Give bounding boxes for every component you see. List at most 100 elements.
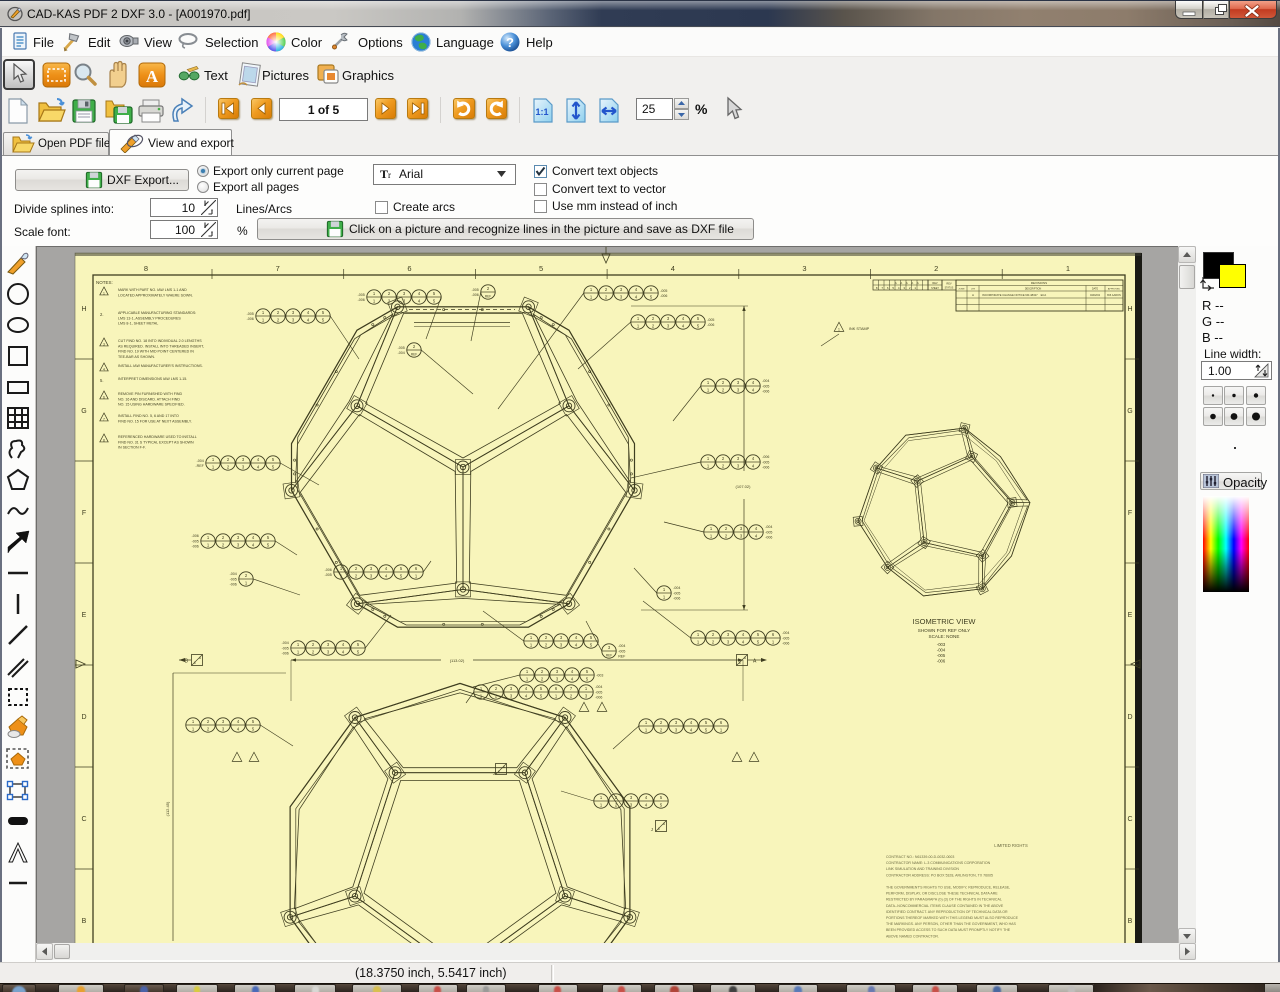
svg-text:ZONE: ZONE	[958, 289, 965, 291]
svg-text:REV: REV	[946, 282, 952, 286]
svg-text:(107.02): (107.02)	[736, 484, 752, 489]
svg-text:4: 4	[103, 367, 105, 371]
svg-text:SHOWN FOR REF ONLY: SHOWN FOR REF ONLY	[918, 628, 971, 633]
svg-text:DATE: DATE	[1092, 288, 1099, 291]
svg-text:BEEN PROVIDED ACCESS TO SU: BEEN PROVIDED ACCESS TO SUCH DATA MUST P…	[886, 928, 1011, 932]
svg-text:CONTRACTOR ADDRESS: PO BOX: CONTRACTOR ADDRESS: PO BOX 5328, ARLINGT…	[886, 873, 993, 877]
svg-text:-005: -005	[762, 460, 769, 464]
svg-text:B.B.AARON: B.B.AARON	[1107, 294, 1121, 297]
svg-text:6: 6	[658, 827, 660, 831]
svg-text:REMOVE PIN FURNISHED WITH FIND: REMOVE PIN FURNISHED WITH FIND	[118, 392, 182, 396]
svg-text:-005: -005	[595, 690, 602, 694]
svg-text:J: J	[493, 771, 495, 776]
svg-text:ABOVE NAMED CONTRACTOR.: ABOVE NAMED CONTRACTOR.	[886, 934, 939, 938]
svg-text:SCALE: NONE: SCALE: NONE	[929, 634, 960, 639]
svg-text:-005: -005	[230, 577, 237, 581]
svg-text:-006: -006	[192, 545, 199, 549]
svg-text:-005: -005	[707, 318, 714, 322]
svg-text:7: 7	[276, 264, 280, 273]
svg-text:-006: -006	[707, 323, 714, 327]
svg-text:6: 6	[739, 661, 741, 665]
svg-text:-005: -005	[660, 289, 667, 293]
svg-text:TEE-BAR AS SHOWN.: TEE-BAR AS SHOWN.	[118, 355, 155, 359]
svg-text:-004: -004	[282, 641, 289, 645]
svg-text:A: A	[906, 281, 908, 285]
svg-text:-006: -006	[358, 298, 365, 302]
svg-text:C: C	[81, 816, 86, 823]
svg-text:PORTIONS THEREOF MARKED WIT: PORTIONS THEREOF MARKED WITH THIS LEGEND…	[886, 916, 1019, 920]
svg-text:3: 3	[802, 264, 806, 273]
svg-text:6: 6	[103, 395, 105, 399]
svg-text:-006: -006	[247, 317, 254, 321]
svg-text:-005: -005	[937, 653, 946, 658]
svg-text:-005: -005	[472, 288, 479, 292]
svg-text:AS REQUIRED. INSTALL INTO THRE: AS REQUIRED. INSTALL INTO THREADED INSER…	[118, 344, 204, 348]
svg-text:1: 1	[1066, 264, 1070, 273]
svg-text:NO. 16 AND DISCARD. ATTACH FIN: NO. 16 AND DISCARD. ATTACH FIND	[118, 397, 180, 401]
svg-text:-005: -005	[673, 591, 680, 595]
svg-text:-004: -004	[937, 648, 946, 653]
svg-text:-005: -005	[192, 539, 199, 543]
svg-text:REF: REF	[485, 294, 491, 298]
svg-text:SHEET: SHEET	[931, 288, 939, 290]
svg-text:6: 6	[498, 770, 500, 774]
svg-text:J: J	[651, 827, 653, 832]
svg-text:REVISIONS: REVISIONS	[1031, 281, 1047, 285]
svg-text:D: D	[1127, 714, 1132, 721]
svg-text:-005: -005	[782, 636, 789, 640]
svg-text:1:1: 1:1	[535, 107, 548, 117]
svg-text:APPROVED: APPROVED	[1108, 288, 1121, 291]
svg-text:LTR: LTR	[971, 289, 975, 291]
svg-text:-006: -006	[282, 652, 289, 656]
svg-text:LIMITED RIGHTS: LIMITED RIGHTS	[994, 843, 1028, 848]
svg-text:DESCRIPTION: DESCRIPTION	[1025, 288, 1042, 291]
svg-text:2: 2	[934, 264, 938, 273]
svg-text:-005: -005	[247, 312, 254, 316]
svg-text:-004: -004	[230, 572, 237, 576]
svg-text:-006: -006	[673, 597, 680, 601]
svg-text:A: A	[911, 281, 913, 285]
svg-text:THE GOVERNMENT'S RIGHTS TO: THE GOVERNMENT'S RIGHTS TO USE, MODIFY, …	[886, 886, 1010, 890]
svg-text:F: F	[82, 510, 86, 517]
svg-text:-004: -004	[762, 379, 769, 383]
svg-text:5: 5	[539, 264, 543, 273]
svg-text:E: E	[1128, 612, 1133, 619]
svg-text:2.: 2.	[100, 312, 104, 317]
svg-text:B: B	[1128, 918, 1133, 925]
svg-text:-006: -006	[765, 536, 772, 540]
svg-text:-005: -005	[762, 384, 769, 388]
svg-text:C: C	[1127, 816, 1132, 823]
svg-text:CUT FIND NO. 18 INTO INDIVIDUA: CUT FIND NO. 18 INTO INDIVIDUAL 2.0 LENG…	[118, 339, 202, 343]
svg-text:8: 8	[103, 438, 105, 442]
svg-text:APPLICABLE MANUFACTURING STAND: APPLICABLE MANUFACTURING STANDARDS:	[118, 311, 196, 315]
svg-text:?: ?	[506, 35, 514, 50]
svg-text:REFERENCED HARDWARE USED TO IN: REFERENCED HARDWARE USED TO INSTALL	[118, 435, 197, 439]
svg-text:-006: -006	[762, 455, 769, 459]
svg-text:INCORPORATE CHANGE NOTICE NR-4: INCORPORATE CHANGE NOTICE NR-48327 ECA	[982, 293, 1046, 297]
svg-text:-005: -005	[398, 346, 405, 350]
svg-text:4: 4	[671, 264, 675, 273]
svg-text:PERFORM, DISPLAY, OR DISCLO: PERFORM, DISPLAY, OR DISCLOSE THESE TECH…	[886, 892, 998, 896]
svg-text:INK STAMP: INK STAMP	[849, 327, 870, 331]
svg-text:-006: -006	[937, 659, 946, 664]
svg-text:-006: -006	[762, 390, 769, 394]
svg-text:INSTALL IAW MANUFACTURER'S INS: INSTALL IAW MANUFACTURER'S INSTRUCTIONS.	[118, 364, 203, 368]
svg-text:NOTES:: NOTES:	[96, 280, 113, 285]
svg-text:THE MARKINGS. ANY PERSON,: THE MARKINGS. ANY PERSON, OTHER THAN THE…	[886, 922, 1017, 926]
svg-text:LMS 13-1, ASSEMBLY PROCEDURES: LMS 13-1, ASSEMBLY PROCEDURES	[118, 316, 181, 320]
svg-text:-005: -005	[325, 573, 332, 577]
svg-text:IN SECTION F-F.: IN SECTION F-F.	[118, 446, 146, 450]
svg-text:LMS 8-1, SHEET METAL: LMS 8-1, SHEET METAL	[118, 322, 158, 326]
svg-text:CONTRACTOR NAME: L-3 COMMUN: CONTRACTOR NAME: L-3 COMMUNICATIONS CORP…	[886, 861, 991, 865]
svg-text:-006: -006	[192, 534, 199, 538]
svg-text:B: B	[82, 918, 87, 925]
svg-text:-003: -003	[937, 642, 946, 647]
svg-text:-006: -006	[595, 696, 602, 700]
svg-text:-004: -004	[595, 685, 602, 689]
svg-text:H: H	[81, 306, 86, 313]
svg-text:G: G	[1127, 408, 1132, 415]
svg-text:F: F	[1128, 510, 1132, 517]
svg-text:-005: -005	[358, 293, 365, 297]
svg-text:LINK SIMULATION AND TRAININ: LINK SIMULATION AND TRAINING DIVISION	[886, 867, 959, 871]
svg-text:ISOMETRIC VIEW: ISOMETRIC VIEW	[913, 617, 977, 626]
